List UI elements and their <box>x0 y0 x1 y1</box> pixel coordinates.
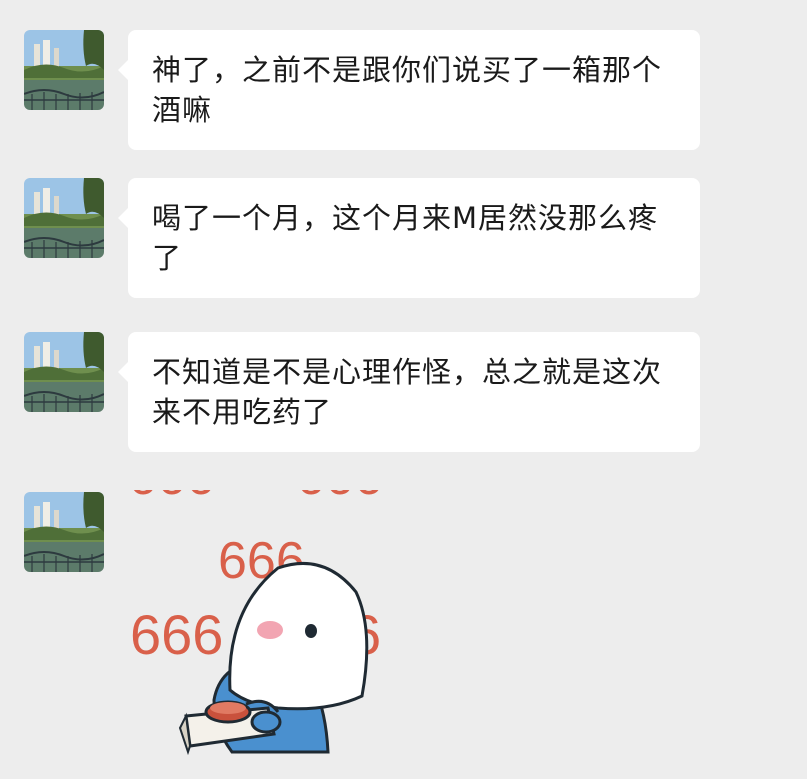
avatar-landscape-image <box>24 332 104 412</box>
avatar-landscape-image <box>24 178 104 258</box>
contact-avatar[interactable] <box>24 30 104 110</box>
ghost-holding-button-sticker[interactable]: 666 666 666 666 6 <box>128 490 398 760</box>
sticker-666-text: 666 <box>128 490 215 506</box>
message-text: 不知道是不是心理作怪，总之就是这次来不用吃药了 <box>152 355 663 429</box>
sticker-666-text: 666 <box>296 490 383 506</box>
avatar-landscape-image <box>24 492 104 572</box>
message-bubble[interactable]: 喝了一个月，这个月来M居然没那么疼了 <box>118 178 700 298</box>
message-text: 喝了一个月，这个月来M居然没那么疼了 <box>152 201 659 275</box>
message-bubble[interactable]: 神了，之前不是跟你们说买了一箱那个酒嘛 <box>118 30 700 150</box>
contact-avatar[interactable] <box>24 178 104 258</box>
avatar-landscape-image <box>24 30 104 110</box>
message-text: 神了，之前不是跟你们说买了一箱那个酒嘛 <box>152 53 663 127</box>
sticker-graphic: 666 666 666 666 6 <box>128 490 383 756</box>
contact-avatar[interactable] <box>24 492 104 572</box>
contact-avatar[interactable] <box>24 332 104 412</box>
message-bubble[interactable]: 不知道是不是心理作怪，总之就是这次来不用吃药了 <box>118 332 700 452</box>
sticker-666-text: 666 <box>130 603 223 666</box>
